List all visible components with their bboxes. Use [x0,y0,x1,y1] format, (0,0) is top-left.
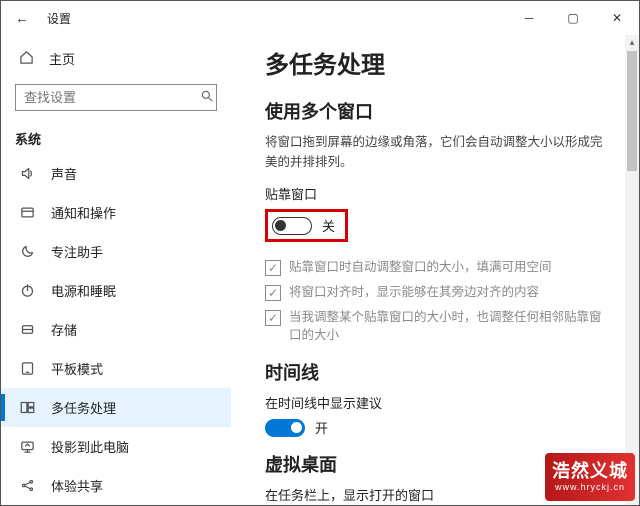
sidebar-item-label: 专注助手 [51,242,103,261]
sidebar-item-label: 电源和睡眠 [51,281,116,300]
snap-section-title: 使用多个窗口 [265,98,631,124]
close-button[interactable]: ✕ [595,3,639,33]
timeline-label: 在时间线中显示建议 [265,393,631,412]
home-link[interactable]: 主页 [1,41,231,80]
sidebar-item-label: 多任务处理 [51,398,116,417]
snap-checkbox-2: ✓ 当我调整某个贴靠窗口的大小时，也调整任何相邻贴靠窗口的大小 [265,308,631,346]
sidebar-item-notify[interactable]: 通知和操作 [1,193,231,232]
sidebar-item-project[interactable]: 投影到此电脑 [1,427,231,466]
checkbox-icon: ✓ [265,310,281,326]
home-icon [19,50,35,68]
search-icon [200,89,214,106]
window-title: 设置 [47,10,71,27]
sidebar-item-multitask[interactable]: 多任务处理 [1,388,231,427]
home-label: 主页 [49,49,75,68]
snap-toggle[interactable] [272,217,312,235]
sidebar-item-label: 投影到此电脑 [51,437,129,456]
sidebar-item-label: 存储 [51,320,77,339]
search-box[interactable] [15,84,217,111]
checkbox-icon: ✓ [265,260,281,276]
power-icon [19,283,35,298]
scroll-up-arrow[interactable]: ▴ [625,35,639,49]
sidebar-item-share[interactable]: 体验共享 [1,466,231,505]
volume-icon [19,166,35,181]
sidebar-item-moon[interactable]: 专注助手 [1,232,231,271]
notify-icon [19,205,35,220]
project-icon [19,439,35,454]
timeline-section-title: 时间线 [265,359,631,385]
snap-checkbox-0: ✓ 贴靠窗口时自动调整窗口的大小，填满可用空间 [265,258,631,277]
sidebar-item-volume[interactable]: 声音 [1,154,231,193]
content-scrollbar[interactable]: ▴ ▾ [625,35,639,505]
moon-icon [19,244,35,259]
search-input[interactable] [24,90,200,105]
snap-toggle-state: 关 [322,216,335,235]
checkbox-label: 当我调整某个贴靠窗口的大小时，也调整任何相邻贴靠窗口的大小 [289,308,607,346]
timeline-toggle-state: 开 [315,418,328,437]
checkbox-label: 贴靠窗口时自动调整窗口的大小，填满可用空间 [289,258,552,277]
multitask-icon [19,400,35,415]
content: 多任务处理 使用多个窗口 将窗口拖到屏幕的边缘或角落，它们会自动调整大小以形成完… [231,35,639,505]
maximize-button[interactable]: ▢ [551,3,595,33]
snap-checkbox-1: ✓ 将窗口对齐时，显示能够在其旁边对齐的内容 [265,283,631,302]
nav-header: 系统 [1,121,231,154]
sidebar-item-power[interactable]: 电源和睡眠 [1,271,231,310]
tablet-icon [19,361,35,376]
sidebar: 主页 系统 声音通知和操作专注助手电源和睡眠存储平板模式多任务处理投影到此电脑体… [1,35,231,505]
sidebar-item-label: 声音 [51,164,77,183]
storage-icon [19,322,35,337]
window-controls: ─ ▢ ✕ [507,3,639,33]
content-scroll-thumb[interactable] [627,51,637,171]
titlebar: ← 设置 ─ ▢ ✕ [1,1,639,35]
page-title: 多任务处理 [265,45,631,80]
snap-toggle-label: 贴靠窗口 [265,184,631,203]
scroll-down-arrow[interactable]: ▾ [625,491,639,505]
virtualdesktop-label: 在任务栏上，显示打开的窗口 [265,485,631,504]
sidebar-item-storage[interactable]: 存储 [1,310,231,349]
sidebar-item-label: 体验共享 [51,476,103,495]
highlight-annotation: 关 [265,209,348,242]
virtualdesktop-section-title: 虚拟桌面 [265,451,631,477]
timeline-toggle[interactable] [265,419,305,437]
back-button[interactable]: ← [9,8,35,28]
share-icon [19,478,35,493]
checkbox-label: 将窗口对齐时，显示能够在其旁边对齐的内容 [289,283,539,302]
sidebar-item-label: 平板模式 [51,359,103,378]
checkbox-icon: ✓ [265,285,281,301]
sidebar-item-tablet[interactable]: 平板模式 [1,349,231,388]
snap-description: 将窗口拖到屏幕的边缘或角落，它们会自动调整大小以形成完美的并排排列。 [265,132,631,172]
sidebar-item-label: 通知和操作 [51,203,116,222]
minimize-button[interactable]: ─ [507,3,551,33]
